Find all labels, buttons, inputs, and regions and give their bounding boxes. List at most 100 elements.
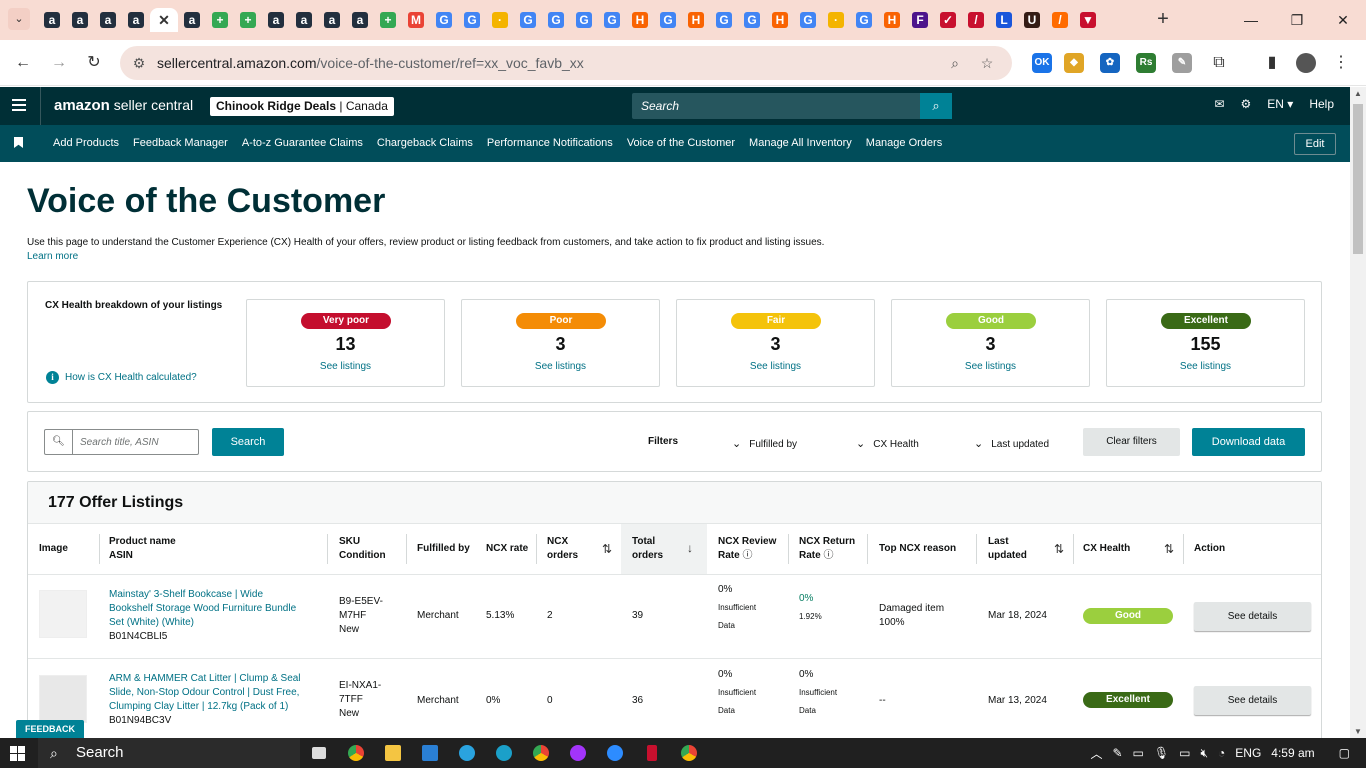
browser-tab-favicon[interactable]: G: [710, 8, 738, 32]
chrome-icon[interactable]: [337, 743, 374, 763]
chrome-profile-icon[interactable]: [522, 743, 559, 763]
browser-tab-favicon[interactable]: G: [430, 8, 458, 32]
new-tab-button[interactable]: +: [1152, 8, 1174, 30]
windows-start-icon[interactable]: [10, 746, 25, 761]
restore-icon[interactable]: ❐: [1274, 0, 1320, 40]
feedback-tab[interactable]: FEEDBACK ✕: [16, 720, 84, 752]
see-listings-link[interactable]: See listings: [462, 361, 659, 372]
browser-tab-favicon[interactable]: a: [38, 8, 66, 32]
taskbar-search[interactable]: ⌕ Search: [38, 738, 300, 768]
browser-tab-favicon[interactable]: G: [458, 8, 486, 32]
browser-tab-favicon[interactable]: H: [626, 8, 654, 32]
browser-tab-favicon[interactable]: +: [374, 8, 402, 32]
browser-tab-favicon[interactable]: a: [346, 8, 374, 32]
fulfilled-by-dropdown[interactable]: Fulfilled by: [732, 437, 797, 450]
download-data-button[interactable]: Download data: [1192, 428, 1305, 456]
col-last-updated[interactable]: Last updated ⇅: [988, 524, 1068, 574]
see-details-button[interactable]: See details: [1194, 686, 1311, 715]
browser-tab-favicon[interactable]: a: [122, 8, 150, 32]
wifi-icon[interactable]: ◔: [1218, 746, 1225, 760]
file-explorer-icon[interactable]: [374, 743, 411, 763]
browser-tab-favicon[interactable]: +: [206, 8, 234, 32]
nav-manage-inventory[interactable]: Manage All Inventory: [742, 125, 859, 162]
info-circle-icon[interactable]: ⓘ: [742, 550, 752, 561]
scrollbar-thumb[interactable]: [1353, 104, 1363, 254]
cx-health-dropdown[interactable]: CX Health: [856, 437, 919, 450]
browser-tab-favicon[interactable]: a: [318, 8, 346, 32]
browser-tab-favicon[interactable]: ▼: [1074, 8, 1102, 32]
profile-avatar[interactable]: [1296, 53, 1316, 73]
sort-icon[interactable]: ⇅: [602, 542, 612, 556]
browser-tab-favicon[interactable]: ·: [822, 8, 850, 32]
clock[interactable]: 4:59 am: [1271, 746, 1314, 760]
see-details-button[interactable]: See details: [1194, 602, 1311, 631]
scroll-down-icon[interactable]: ▼: [1350, 727, 1366, 736]
browser-tab-favicon[interactable]: a: [178, 8, 206, 32]
page-scrollbar[interactable]: ▲ ▼: [1350, 87, 1366, 738]
clear-filters-button[interactable]: Clear filters: [1083, 428, 1180, 456]
zoom-icon[interactable]: [596, 743, 633, 763]
browser-tab-favicon[interactable]: ✓: [934, 8, 962, 32]
see-listings-link[interactable]: See listings: [892, 361, 1089, 372]
browser-tab-favicon[interactable]: G: [542, 8, 570, 32]
sort-icon[interactable]: ⇅: [1054, 542, 1064, 556]
browser-tab-favicon[interactable]: G: [738, 8, 766, 32]
notifications-icon[interactable]: ▢: [1339, 746, 1350, 760]
help-link[interactable]: Help: [1309, 97, 1334, 111]
browser-tab-favicon[interactable]: H: [878, 8, 906, 32]
close-window-icon[interactable]: ✕: [1320, 0, 1366, 40]
browser-tab-favicon[interactable]: /: [1046, 8, 1074, 32]
header-search-input[interactable]: Search ⌕: [632, 93, 952, 119]
listing-search-input[interactable]: 🔍︎ Search title, ASIN: [44, 429, 199, 455]
product-name-link[interactable]: ARM & HAMMER Cat Litter | Clump & Seal S…: [109, 672, 301, 714]
volume-muted-icon[interactable]: 🔇︎: [1200, 746, 1208, 761]
mic-icon[interactable]: 🎙︎: [1154, 746, 1169, 760]
language-indicator[interactable]: ENG: [1235, 746, 1261, 760]
site-info-icon[interactable]: ⚙: [130, 54, 148, 72]
browser-tab-favicon[interactable]: M: [402, 8, 430, 32]
extension-icon[interactable]: ✎: [1172, 53, 1192, 73]
sort-icon[interactable]: ⇅: [1164, 542, 1174, 556]
learn-more-link[interactable]: Learn more: [27, 251, 78, 262]
nav-add-products[interactable]: Add Products: [46, 125, 126, 162]
see-listings-link[interactable]: See listings: [1107, 361, 1304, 372]
how-cx-calculated-link[interactable]: i How is CX Health calculated?: [46, 371, 197, 384]
search-button[interactable]: Search: [212, 428, 284, 456]
see-listings-link[interactable]: See listings: [247, 361, 444, 372]
pen-icon[interactable]: ✎: [1112, 746, 1122, 760]
browser-tab-favicon[interactable]: G: [654, 8, 682, 32]
browser-menu-icon[interactable]: ⋮: [1330, 52, 1352, 74]
back-icon[interactable]: ←: [12, 52, 34, 74]
info-circle-icon[interactable]: ⓘ: [823, 550, 833, 561]
telegram-icon[interactable]: [448, 743, 485, 763]
bookmark-icon[interactable]: [14, 137, 23, 148]
browser-tab-favicon[interactable]: +: [234, 8, 262, 32]
reload-icon[interactable]: ↻: [83, 52, 105, 74]
last-updated-dropdown[interactable]: Last updated: [974, 437, 1049, 450]
edge-icon[interactable]: [485, 743, 522, 763]
browser-tab-favicon[interactable]: a: [94, 8, 122, 32]
language-selector[interactable]: EN ▾: [1267, 97, 1293, 111]
extension-icon[interactable]: Rs: [1136, 53, 1156, 73]
browser-tab-favicon[interactable]: a: [262, 8, 290, 32]
header-search-icon[interactable]: ⌕: [920, 93, 952, 119]
browser-tab-favicon[interactable]: F: [906, 8, 934, 32]
browser-tab-favicon[interactable]: a: [290, 8, 318, 32]
edit-nav-button[interactable]: Edit: [1294, 133, 1336, 155]
store-switcher[interactable]: Chinook Ridge Deals | Canada: [210, 97, 394, 116]
app-red-icon[interactable]: [633, 743, 670, 763]
messenger-icon[interactable]: [559, 743, 596, 763]
settings-gear-icon[interactable]: ⚙: [1241, 97, 1252, 111]
extension-icon[interactable]: ✿: [1100, 53, 1120, 73]
browser-tab-favicon[interactable]: G: [514, 8, 542, 32]
col-ncx-orders[interactable]: NCX orders ⇅: [547, 524, 617, 574]
product-name-link[interactable]: Mainstay' 3-Shelf Bookcase | Wide Booksh…: [109, 588, 296, 630]
see-listings-link[interactable]: See listings: [677, 361, 874, 372]
nav-manage-orders[interactable]: Manage Orders: [859, 125, 949, 162]
task-view-icon[interactable]: [300, 743, 337, 763]
nav-chargeback-claims[interactable]: Chargeback Claims: [370, 125, 480, 162]
meet-icon[interactable]: ▭: [1133, 746, 1144, 760]
browser-tab-favicon[interactable]: U: [1018, 8, 1046, 32]
browser-tab-favicon[interactable]: G: [850, 8, 878, 32]
browser-tab-favicon[interactable]: G: [570, 8, 598, 32]
